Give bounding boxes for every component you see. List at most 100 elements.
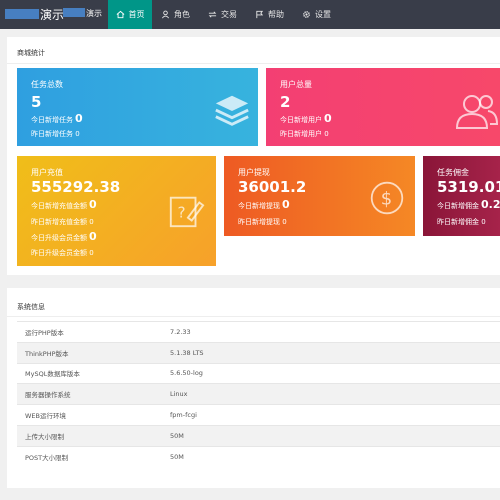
card-value: 36001.2 [238, 178, 307, 196]
card-value: 5319.01 [437, 178, 500, 196]
nav-home-label: 首页 [128, 10, 145, 19]
row-value: 50M [162, 424, 500, 447]
stat-value: 0 [481, 218, 486, 226]
card-stat-row: 今日新增用户 0 [280, 112, 332, 125]
user-total-card: 用户总量 2 今日新增用户 0 昨日新增用户 0 [266, 68, 500, 146]
row-value: 5.6.50-log [162, 362, 500, 384]
sysinfo-panel: 系统信息 运行PHP版本 7.2.33 ThinkPHP版本 5.1.38 LTS … [7, 288, 500, 488]
table-row: MySQL数据库版本 5.6.50-log [17, 362, 500, 384]
stat-value: 0 [324, 130, 329, 138]
card-stat-row: 昨日新增充值金额 0 [31, 217, 94, 227]
sysinfo-table: 运行PHP版本 7.2.33 ThinkPHP版本 5.1.38 LTS MySQL… [17, 321, 500, 468]
redacted-logo-text [5, 9, 39, 19]
app-brand[interactable]: 演示 演示 [0, 0, 108, 29]
card-stat-row: 昨日新增任务 0 [31, 129, 80, 139]
table-row: POST大小限制 50M [17, 445, 500, 468]
user-recharge-card: 用户充值 555292.38 今日新增充值金额 0 昨日新增充值金额 0 今日升级… [17, 156, 216, 266]
card-stat-row: 昨日新增提现 0 [238, 217, 287, 227]
exchange-icon [208, 11, 217, 18]
card-label: 用户充值 [31, 168, 63, 177]
stat-value: 0 [75, 112, 83, 125]
redacted-brand-tag [63, 8, 85, 17]
row-key: 上传大小限制 [17, 424, 162, 447]
row-key: 服务器操作系统 [17, 383, 162, 405]
card-stat-row: 今日新增佣金0.24 [437, 198, 500, 211]
table-row: 上传大小限制 50M [17, 424, 500, 447]
stat-value: 0 [89, 230, 97, 243]
stat-label: 昨日新增提现 [238, 218, 280, 226]
stat-label: 昨日新增佣金 [437, 218, 479, 226]
stat-label: 昨日升级会员金额 [31, 249, 87, 257]
card-label: 用户总量 [280, 80, 312, 89]
stat-label: 昨日新增充值金额 [31, 218, 87, 226]
divider [7, 316, 500, 317]
stat-value: 0 [89, 218, 94, 226]
card-value: 2 [280, 93, 291, 111]
user-withdraw-card: 用户提现 36001.2 今日新增提现 0 昨日新增提现 0 $ [224, 156, 415, 236]
card-label: 任务总数 [31, 80, 63, 89]
main-nav: 首页 角色 交易 帮助 设置 [108, 0, 340, 29]
table-row: 运行PHP版本 7.2.33 [17, 321, 500, 343]
card-stat-row: 今日升级会员金额 0 [31, 230, 97, 243]
nav-help-label: 帮助 [268, 10, 284, 19]
stat-label: 今日新增提现 [238, 202, 280, 210]
stat-value: 0 [75, 130, 80, 138]
task-commission-card: 任务佣金 5319.01 今日新增佣金0.24 昨日新增佣金 0 [423, 156, 500, 236]
dollar-icon: $ [370, 181, 404, 215]
card-stat-row: 昨日新增佣金 0 [437, 217, 486, 227]
stat-label: 今日新增充值金额 [31, 202, 87, 210]
nav-role-label: 角色 [174, 10, 190, 19]
stat-value: 0.24 [481, 198, 500, 211]
nav-trade[interactable]: 交易 [199, 0, 246, 29]
card-stat-row: 昨日新增用户 0 [280, 129, 329, 139]
stat-value: 0 [282, 198, 290, 211]
nav-settings-label: 设置 [315, 10, 331, 19]
task-total-card: 任务总数 5 今日新增任务 0 昨日新增任务 0 [17, 68, 258, 146]
row-key: ThinkPHP版本 [17, 341, 162, 364]
edit-icon: ? [169, 196, 205, 228]
top-navbar: 演示 演示 首页 角色 交易 帮助 设置 [0, 0, 500, 29]
svg-text:?: ? [177, 204, 185, 222]
row-key: 运行PHP版本 [17, 321, 162, 343]
row-key: WEB运行环境 [17, 404, 162, 426]
stack-icon [215, 95, 249, 126]
brand-title: 演示 [40, 8, 65, 22]
stat-label: 今日升级会员金额 [31, 234, 87, 242]
row-key: MySQL数据库版本 [17, 362, 162, 384]
row-key: POST大小限制 [17, 445, 162, 468]
stat-value: 0 [282, 218, 287, 226]
card-stat-row: 昨日升级会员金额 0 [31, 248, 94, 258]
nav-trade-label: 交易 [221, 10, 237, 19]
flag-icon [256, 10, 264, 19]
card-label: 用户提现 [238, 168, 270, 177]
card-stat-row: 今日新增提现 0 [238, 198, 290, 211]
row-value: fpm-fcgi [162, 404, 500, 426]
users-icon [455, 95, 498, 129]
stats-title: 商城统计 [17, 49, 45, 57]
stat-label: 今日新增任务 [31, 116, 73, 124]
card-label: 任务佣金 [437, 168, 469, 177]
table-row: 服务器操作系统 Linux [17, 383, 500, 405]
row-value: Linux [162, 383, 500, 405]
gear-icon [303, 11, 310, 18]
stat-label: 昨日新增任务 [31, 130, 73, 138]
brand-tag: 演示 [86, 9, 102, 18]
stat-label: 昨日新增用户 [280, 130, 322, 138]
nav-settings[interactable]: 设置 [293, 0, 340, 29]
row-value: 7.2.33 [162, 321, 500, 343]
stat-value: 0 [324, 112, 332, 125]
nav-role[interactable]: 角色 [152, 0, 199, 29]
nav-home[interactable]: 首页 [108, 0, 152, 29]
card-value: 555292.38 [31, 178, 121, 196]
divider [7, 63, 500, 64]
stats-panel: 商城统计 任务总数 5 今日新增任务 0 昨日新增任务 0 用户总量 2 今日新增… [7, 37, 500, 275]
table-row: WEB运行环境 fpm-fcgi [17, 404, 500, 426]
card-stat-row: 今日新增任务 0 [31, 112, 83, 125]
nav-help[interactable]: 帮助 [246, 0, 293, 29]
stat-value: 0 [89, 249, 94, 257]
row-value: 5.1.38 LTS [162, 341, 500, 364]
user-icon [161, 10, 170, 19]
card-value: 5 [31, 93, 42, 111]
stat-label: 今日新增用户 [280, 116, 322, 124]
table-row: ThinkPHP版本 5.1.38 LTS [17, 341, 500, 364]
